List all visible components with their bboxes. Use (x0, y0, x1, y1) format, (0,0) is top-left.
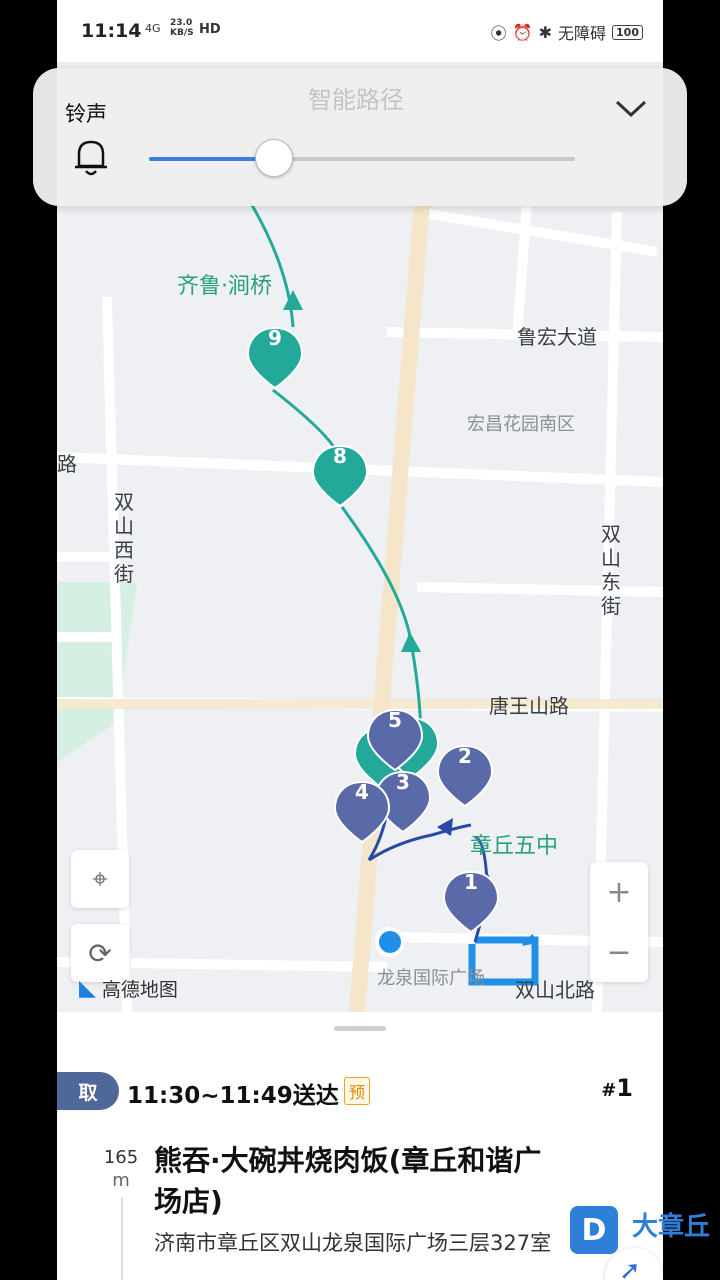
accessibility-label: 无障碍 (558, 24, 607, 43)
order-number: #1 (601, 1074, 633, 1102)
watermark-logo: D (570, 1206, 618, 1254)
bluetooth-icon: ✱ (538, 22, 553, 42)
shop-name[interactable]: 熊吞·大碗丼烧肉饭(章丘和谐广场店) (154, 1140, 554, 1222)
site-watermark: D 大章丘 (570, 1206, 720, 1266)
drag-handle[interactable] (334, 1026, 386, 1031)
bell-icon[interactable] (71, 136, 111, 180)
poi-hongchang[interactable]: 宏昌花园南区 (467, 410, 575, 436)
road-edge-label: 路 (57, 452, 77, 476)
road-shuangshan-west: 双山西街 (114, 490, 134, 586)
volume-slider-thumb[interactable] (255, 139, 293, 177)
map-attribution: ◣ 高德地图 (79, 976, 178, 1001)
marker-label-5[interactable]: 5 (383, 708, 407, 732)
alarm-icon: ⏰ (512, 22, 533, 42)
marker-label-2[interactable]: 2 (453, 744, 477, 768)
location-icon: ⦿ (490, 24, 507, 43)
distance-value: 165 (103, 1147, 139, 1168)
chevron-down-icon[interactable] (613, 96, 649, 120)
shop-address: 济南市章丘区双山龙泉国际广场三层327室 (154, 1231, 552, 1255)
refresh-button[interactable]: ⟳ (71, 924, 129, 982)
distance-unit: m (112, 1170, 130, 1191)
delivery-window: 11:30~11:49送达 (127, 1083, 339, 1109)
road-shuangshan-north: 双山北路 (515, 978, 595, 1002)
road-luhong: 鲁宏大道 (517, 325, 597, 349)
poi-zhangqiu-5[interactable]: 章丘五中 (470, 828, 558, 860)
network-indicator: 4G (145, 22, 161, 35)
volume-title: 铃声 (65, 102, 107, 126)
timeline-line (121, 1198, 123, 1280)
marker-label-8[interactable]: 8 (328, 444, 352, 468)
zoom-in-button[interactable]: + (590, 862, 648, 922)
marker-label-9[interactable]: 9 (263, 326, 287, 350)
marker-label-3[interactable]: 3 (391, 770, 415, 794)
poi-longquan[interactable]: 龙泉国际广场 (377, 964, 485, 990)
volume-slider[interactable] (149, 139, 575, 177)
crosshair-icon: ⌖ (92, 862, 108, 895)
poi-qilu-jianqiao[interactable]: 齐鲁·涧桥 (177, 268, 272, 300)
locate-button[interactable]: ⌖ (71, 850, 129, 908)
hd-indicator: HD (199, 22, 221, 37)
status-bar: 11:14 4G 23.0 KB/S HD ⦿ ⏰ ✱ 无障碍 100 (57, 0, 663, 62)
refresh-icon: ⟳ (88, 936, 112, 970)
network-speed: 23.0 KB/S (170, 18, 194, 38)
amap-logo-icon: ◣ (79, 976, 96, 1001)
marker-label-4[interactable]: 4 (350, 780, 374, 804)
marker-label-1[interactable]: 1 (459, 870, 483, 894)
zoom-out-button[interactable]: − (590, 922, 648, 982)
preorder-badge: 预 (344, 1077, 370, 1105)
zoom-control: + − (590, 862, 648, 982)
road-tangwangshan: 唐王山路 (489, 694, 569, 718)
road-shuangshan-east: 双山东街 (601, 522, 621, 618)
page-title-behind: 智能路径 (308, 86, 404, 114)
status-icons: ⦿ ⏰ ✱ 无障碍 100 (491, 20, 643, 44)
volume-panel: 智能路径 铃声 (33, 68, 687, 206)
battery-icon: 100 (612, 24, 643, 40)
watermark-name: 大章丘 (632, 1212, 711, 1242)
status-time: 11:14 (81, 20, 142, 42)
pickup-tag: 取 (57, 1072, 119, 1110)
